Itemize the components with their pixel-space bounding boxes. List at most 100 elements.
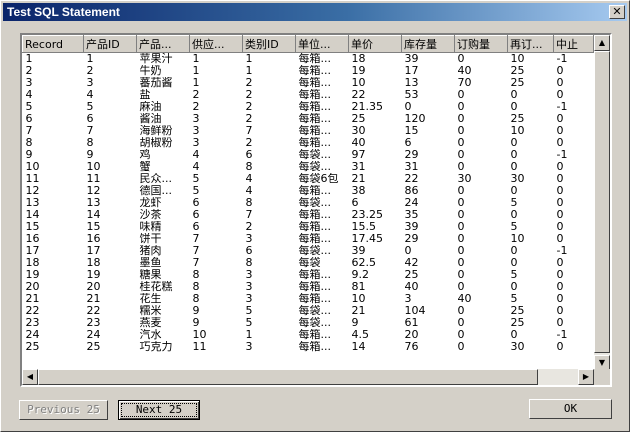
table-cell: 每箱... <box>298 329 332 341</box>
column-header[interactable]: 类别ID <box>242 35 296 53</box>
table-row[interactable]: 4 4 盐 2 2 每箱... 22 53 0 0 0 <box>23 89 594 101</box>
table-cell: 10 <box>351 293 366 305</box>
table-row[interactable]: 12 12 德国... 5 4 每箱... 38 86 0 0 0 <box>23 185 594 197</box>
table-cell: -1 <box>556 149 568 161</box>
table-cell: 9.2 <box>351 269 370 281</box>
table-cell: 7 <box>245 125 253 137</box>
table-cell: 8 <box>86 137 94 149</box>
table-cell: 0 <box>556 77 564 89</box>
table-cell: 8 <box>192 293 200 305</box>
table-row[interactable]: 11 11 民众... 5 4 每袋6包 21 22 30 30 0 <box>23 173 594 185</box>
table-cell: 7 <box>192 245 200 257</box>
table-cell: 3 <box>245 293 253 305</box>
table-cell: 7 <box>245 209 253 221</box>
table-row[interactable]: 3 3 蕃茄酱 1 2 每箱... 10 13 70 25 0 <box>23 77 594 89</box>
table-cell: 7 <box>25 125 33 137</box>
table-row[interactable]: 15 15 味精 6 2 每箱... 15.5 39 0 5 0 <box>23 221 594 233</box>
table-row[interactable]: 2 2 牛奶 1 1 每箱... 19 17 40 25 0 <box>23 65 594 77</box>
table-row[interactable]: 14 14 沙茶 6 7 每箱... 23.25 35 0 0 0 <box>23 209 594 221</box>
table-row[interactable]: 8 8 胡椒粉 3 2 每箱... 40 6 0 0 0 <box>23 137 594 149</box>
table-row[interactable]: 25 25 巧克力 11 3 每箱... 14 76 0 30 0 <box>23 341 594 353</box>
table-cell: 0 <box>556 221 564 233</box>
table-row[interactable]: 21 21 花生 8 3 每箱... 10 3 40 5 0 <box>23 293 594 305</box>
table-cell: 9 <box>192 317 200 329</box>
table-cell: 22 <box>351 89 366 101</box>
table-cell: 6 <box>351 197 359 209</box>
horizontal-scrollbar[interactable]: ◀ ▶ <box>22 369 594 385</box>
next-25-button[interactable]: Next 25 <box>118 400 200 420</box>
table-cell: 牛奶 <box>139 65 162 77</box>
table-cell: 0 <box>510 281 518 293</box>
table-row[interactable]: 6 6 酱油 3 2 每箱... 25 120 0 25 0 <box>23 113 594 125</box>
table-cell: 0 <box>404 245 412 257</box>
table-cell: 86 <box>404 185 419 197</box>
table-cell: 38 <box>351 185 366 197</box>
table-row[interactable]: 13 13 龙虾 6 8 每袋... 6 24 0 5 0 <box>23 197 594 209</box>
table-row[interactable]: 23 23 燕麦 9 5 每袋... 9 61 0 25 0 <box>23 317 594 329</box>
table-cell: 25 <box>351 113 366 125</box>
column-header[interactable]: Record <box>22 35 84 53</box>
table-cell: 0 <box>457 161 465 173</box>
table-row[interactable]: 9 9 鸡 4 6 每袋... 97 29 0 0 -1 <box>23 149 594 161</box>
table-cell: 25 <box>404 269 419 281</box>
table-cell: 胡椒粉 <box>139 137 173 149</box>
table-row[interactable]: 10 10 蟹 4 8 每袋... 31 31 0 0 0 <box>23 161 594 173</box>
table-cell: 6 <box>245 245 253 257</box>
table-row[interactable]: 1 1 苹果汁 1 1 每箱... 18 39 0 10 -1 <box>23 53 594 66</box>
scroll-right-button[interactable]: ▶ <box>578 369 594 385</box>
horizontal-scroll-thumb[interactable] <box>38 369 538 385</box>
table-cell: 7 <box>192 233 200 245</box>
table-row[interactable]: 19 19 糖果 8 3 每箱... 9.2 25 0 5 0 <box>23 269 594 281</box>
column-header[interactable]: 产品... <box>136 35 190 53</box>
table-cell: 每箱... <box>298 137 332 149</box>
table-cell: 4.5 <box>351 329 370 341</box>
table-cell: 24 <box>86 329 101 341</box>
table-row[interactable]: 24 24 汽水 10 1 每箱... 4.5 20 0 0 -1 <box>23 329 594 341</box>
scroll-left-button[interactable]: ◀ <box>22 369 38 385</box>
table-cell: 30 <box>510 173 525 185</box>
grid-viewport: Record 产品ID 产品... 供应... 类别ID 单位... 单价 库存量 订购量 再订.… <box>22 35 594 371</box>
table-row[interactable]: 5 5 麻油 2 2 每箱... 21.35 0 0 0 -1 <box>23 101 594 113</box>
table-row[interactable]: 22 22 糯米 9 5 每袋... 21 104 0 25 0 <box>23 305 594 317</box>
table-cell: 25 <box>510 113 525 125</box>
table-cell: 每箱... <box>298 269 332 281</box>
table-row[interactable]: 16 16 饼干 7 3 每箱... 17.45 29 0 10 0 <box>23 233 594 245</box>
column-header[interactable]: 供应... <box>189 35 243 53</box>
table-cell: 0 <box>556 89 564 101</box>
table-cell: 6 <box>404 137 412 149</box>
column-header[interactable]: 中止 <box>553 35 594 53</box>
table-cell: 29 <box>404 233 419 245</box>
column-header[interactable]: 再订... <box>507 35 554 53</box>
table-row[interactable]: 7 7 海鲜粉 3 7 每箱... 30 15 0 10 0 <box>23 125 594 137</box>
scroll-up-button[interactable]: ▲ <box>594 35 610 51</box>
table-row[interactable]: 17 17 猪肉 7 6 每袋... 39 0 0 0 -1 <box>23 245 594 257</box>
table-row[interactable]: 20 20 桂花糕 8 3 每箱... 81 40 0 0 0 <box>23 281 594 293</box>
table-cell: 2 <box>245 221 253 233</box>
vertical-scroll-thumb[interactable] <box>594 51 610 353</box>
table-cell: 0 <box>457 329 465 341</box>
column-header[interactable]: 库存量 <box>401 35 455 53</box>
column-header[interactable]: 单位... <box>295 35 349 53</box>
table-cell: 0 <box>510 149 518 161</box>
column-header[interactable]: 单价 <box>348 35 402 53</box>
table-cell: 0 <box>457 305 465 317</box>
table-cell: 0 <box>457 257 465 269</box>
table-cell: 22 <box>86 305 101 317</box>
table-cell: 10 <box>510 52 525 65</box>
table-cell: 龙虾 <box>139 197 162 209</box>
column-header[interactable]: 产品ID <box>83 35 137 53</box>
ok-button[interactable]: OK <box>529 399 612 419</box>
vertical-scrollbar[interactable]: ▲ ▼ <box>594 35 610 371</box>
table-row[interactable]: 18 18 墨鱼 7 8 每袋 62.5 42 0 0 0 <box>23 257 594 269</box>
table-cell: 4 <box>86 89 94 101</box>
previous-25-button[interactable]: Previous 25 <box>19 400 108 420</box>
column-header[interactable]: 订购量 <box>454 35 508 53</box>
table-cell: 3 <box>25 77 33 89</box>
table-cell: 19 <box>25 269 40 281</box>
table-cell: 8 <box>245 161 253 173</box>
table-cell: 沙茶 <box>139 209 162 221</box>
close-icon[interactable]: ✕ <box>609 5 625 19</box>
table-cell: 19 <box>351 65 366 77</box>
table-cell: 76 <box>404 341 419 353</box>
table-cell: 2 <box>245 77 253 89</box>
